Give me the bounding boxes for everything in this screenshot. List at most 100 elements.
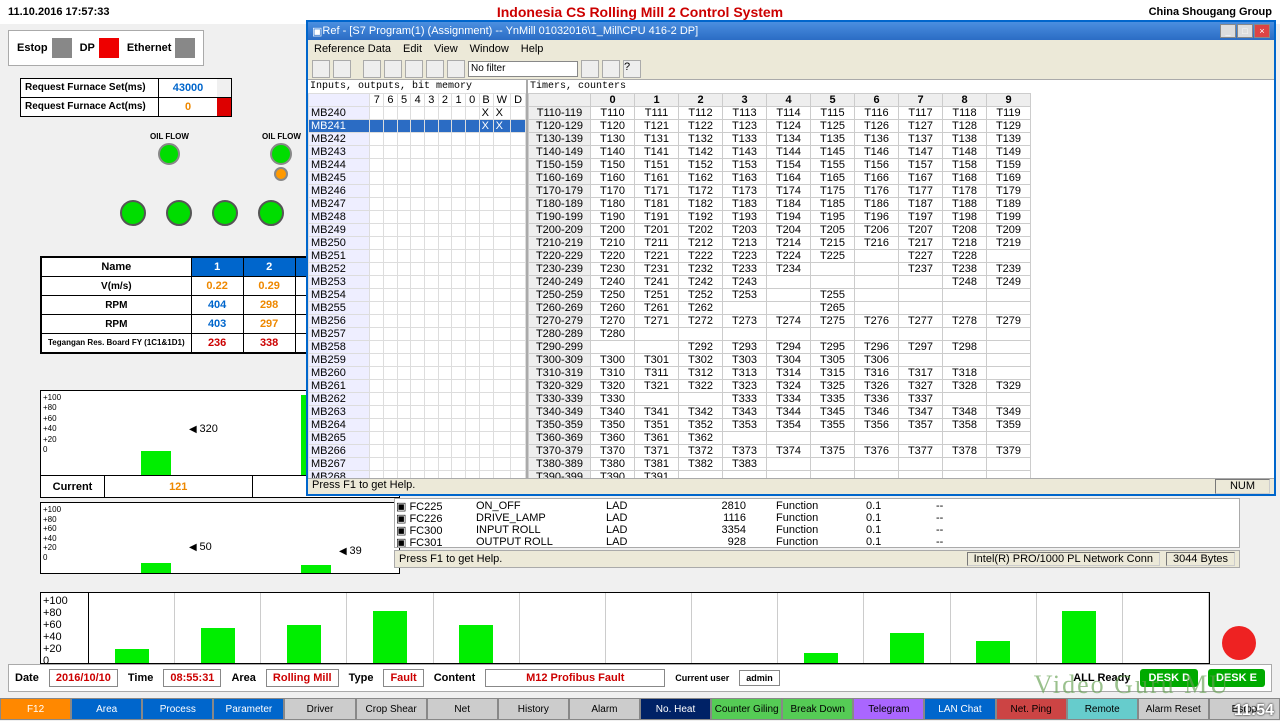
- mb-row[interactable]: MB244: [309, 159, 526, 172]
- nav-history[interactable]: History: [498, 698, 569, 720]
- timer-row[interactable]: T300-309T300T301T302T303T304T305T306: [529, 354, 1031, 367]
- mb-row[interactable]: MB242: [309, 133, 526, 146]
- help-icon[interactable]: ?: [623, 60, 641, 78]
- timer-row[interactable]: T220-229T220T221T222T223T224T225T227T228: [529, 250, 1031, 263]
- timer-row[interactable]: T260-269T260T261T262T265: [529, 302, 1031, 315]
- mb-row[interactable]: MB263: [309, 406, 526, 419]
- filter-dropdown[interactable]: [468, 61, 578, 77]
- nav-parameter[interactable]: Parameter: [213, 698, 284, 720]
- mb-row[interactable]: MB254: [309, 289, 526, 302]
- timer-row[interactable]: T350-359T350T351T352T353T354T355T356T357…: [529, 419, 1031, 432]
- nav-driver[interactable]: Driver: [284, 698, 355, 720]
- nav-break-down[interactable]: Break Down: [782, 698, 853, 720]
- menu-reference-data[interactable]: Reference Data: [314, 43, 391, 55]
- mb-row[interactable]: MB249: [309, 224, 526, 237]
- timer-row[interactable]: T330-339T330T333T334T335T336T337: [529, 393, 1031, 406]
- nav-process[interactable]: Process: [142, 698, 213, 720]
- timer-row[interactable]: T280-289T280: [529, 328, 1031, 341]
- mb-row[interactable]: MB246: [309, 185, 526, 198]
- mb-row[interactable]: MB247: [309, 198, 526, 211]
- mb-row[interactable]: MB261: [309, 380, 526, 393]
- timer-row[interactable]: T150-159T150T151T152T153T154T155T156T157…: [529, 159, 1031, 172]
- nav-alarm[interactable]: Alarm: [569, 698, 640, 720]
- timer-row[interactable]: T390-399T390T391: [529, 471, 1031, 479]
- timer-row[interactable]: T230-239T230T231T232T233T234T237T238T239: [529, 263, 1031, 276]
- nav-f12[interactable]: F12: [0, 698, 71, 720]
- nav-counter-giling[interactable]: Counter Giling: [711, 698, 782, 720]
- timer-row[interactable]: T180-189T180T181T182T183T184T185T186T187…: [529, 198, 1031, 211]
- mb-row[interactable]: MB243: [309, 146, 526, 159]
- maximize-button[interactable]: □: [1237, 24, 1253, 38]
- fc-row[interactable]: ▣ FC300INPUT ROLLLAD3354Function0.1--: [396, 524, 1238, 536]
- timer-row[interactable]: T360-369T360T361T362: [529, 432, 1031, 445]
- toolbar-btn-icon[interactable]: [405, 60, 423, 78]
- col-2[interactable]: 2: [243, 258, 295, 277]
- mb-row[interactable]: MB257: [309, 328, 526, 341]
- timer-row[interactable]: T160-169T160T161T162T163T164T165T166T167…: [529, 172, 1031, 185]
- desk-e-button[interactable]: DESK E: [1208, 669, 1265, 687]
- timer-row[interactable]: T250-259T250T251T252T253T255: [529, 289, 1031, 302]
- mb-row[interactable]: MB260: [309, 367, 526, 380]
- timer-row[interactable]: T370-379T370T371T372T373T374T375T376T377…: [529, 445, 1031, 458]
- nav-alarm-reset[interactable]: Alarm Reset: [1138, 698, 1209, 720]
- timer-row[interactable]: T210-219T210T211T212T213T214T215T216T217…: [529, 237, 1031, 250]
- mb-row[interactable]: MB245: [309, 172, 526, 185]
- timer-row[interactable]: T110-119T110T111T112T113T114T115T116T117…: [529, 107, 1031, 120]
- fc-block-list[interactable]: ▣ FC225ON_OFFLAD2810Function0.1--▣ FC226…: [394, 498, 1240, 548]
- toolbar-btn-icon[interactable]: [363, 60, 381, 78]
- mb-row[interactable]: MB262: [309, 393, 526, 406]
- toolbar-btn-icon[interactable]: [602, 60, 620, 78]
- timer-row[interactable]: T130-139T130T131T132T133T134T135T136T137…: [529, 133, 1031, 146]
- request-set-value[interactable]: 43000: [159, 79, 217, 97]
- mb-row[interactable]: MB248: [309, 211, 526, 224]
- s7-titlebar[interactable]: ▣ Ref - [S7 Program(1) (Assignment) -- Y…: [308, 22, 1274, 40]
- timer-row[interactable]: T320-329T320T321T322T323T324T325T326T327…: [529, 380, 1031, 393]
- s7-left-pane[interactable]: Inputs, outputs, bit memory 76543210BWDM…: [308, 80, 528, 478]
- mb-row[interactable]: MB241XX: [309, 120, 526, 133]
- minimize-button[interactable]: _: [1220, 24, 1236, 38]
- mb-row[interactable]: MB268: [309, 471, 526, 479]
- timer-row[interactable]: T310-319T310T311T312T313T314T315T316T317…: [529, 367, 1031, 380]
- mb-row[interactable]: MB267: [309, 458, 526, 471]
- fc-row[interactable]: ▣ FC225ON_OFFLAD2810Function0.1--: [396, 500, 1238, 512]
- nav-no-heat[interactable]: No. Heat: [640, 698, 711, 720]
- toolbar-btn-icon[interactable]: [426, 60, 444, 78]
- mb-row[interactable]: MB256: [309, 315, 526, 328]
- close-button[interactable]: ×: [1254, 24, 1270, 38]
- nav-crop-shear[interactable]: Crop Shear: [356, 698, 427, 720]
- mb-row[interactable]: MB253: [309, 276, 526, 289]
- fc-row[interactable]: ▣ FC226DRIVE_LAMPLAD1116Function0.1--: [396, 512, 1238, 524]
- fc-row[interactable]: ▣ FC301OUTPUT ROLLLAD928Function0.1--: [396, 536, 1238, 548]
- timer-row[interactable]: T290-299T292T293T294T295T296T297T298: [529, 341, 1031, 354]
- nav-remote[interactable]: Remote: [1067, 698, 1138, 720]
- desk-d-button[interactable]: DESK D: [1140, 669, 1198, 687]
- timer-row[interactable]: T170-179T170T171T172T173T174T175T176T177…: [529, 185, 1031, 198]
- timer-row[interactable]: T380-389T380T381T382T383: [529, 458, 1031, 471]
- timer-row[interactable]: T340-349T340T341T342T343T344T345T346T347…: [529, 406, 1031, 419]
- nav-net[interactable]: Net: [427, 698, 498, 720]
- toolbar-print-icon[interactable]: [333, 60, 351, 78]
- mb-row[interactable]: MB255: [309, 302, 526, 315]
- mb-row[interactable]: MB266: [309, 445, 526, 458]
- timer-row[interactable]: T270-279T270T271T272T273T274T275T276T277…: [529, 315, 1031, 328]
- mb-row[interactable]: MB240XX: [309, 107, 526, 120]
- mb-row[interactable]: MB252: [309, 263, 526, 276]
- col-1[interactable]: 1: [191, 258, 243, 277]
- s7-right-pane[interactable]: Timers, counters 0123456789T110-119T110T…: [528, 80, 1274, 478]
- mb-row[interactable]: MB258: [309, 341, 526, 354]
- timer-row[interactable]: T200-209T200T201T202T203T204T205T206T207…: [529, 224, 1031, 237]
- timer-row[interactable]: T190-199T190T191T192T193T194T195T196T197…: [529, 211, 1031, 224]
- timer-row[interactable]: T120-129T120T121T122T123T124T125T126T127…: [529, 120, 1031, 133]
- toolbar-open-icon[interactable]: [312, 60, 330, 78]
- menu-view[interactable]: View: [434, 43, 458, 55]
- mb-row[interactable]: MB264: [309, 419, 526, 432]
- nav-telegram[interactable]: Telegram: [853, 698, 924, 720]
- nav-lan-chat[interactable]: LAN Chat: [924, 698, 995, 720]
- timer-row[interactable]: T240-249T240T241T242T243T248T249: [529, 276, 1031, 289]
- mb-row[interactable]: MB250: [309, 237, 526, 250]
- nav-area[interactable]: Area: [71, 698, 142, 720]
- mb-row[interactable]: MB259: [309, 354, 526, 367]
- toolbar-btn-icon[interactable]: [581, 60, 599, 78]
- nav-net-ping[interactable]: Net. Ping: [996, 698, 1067, 720]
- menu-help[interactable]: Help: [521, 43, 544, 55]
